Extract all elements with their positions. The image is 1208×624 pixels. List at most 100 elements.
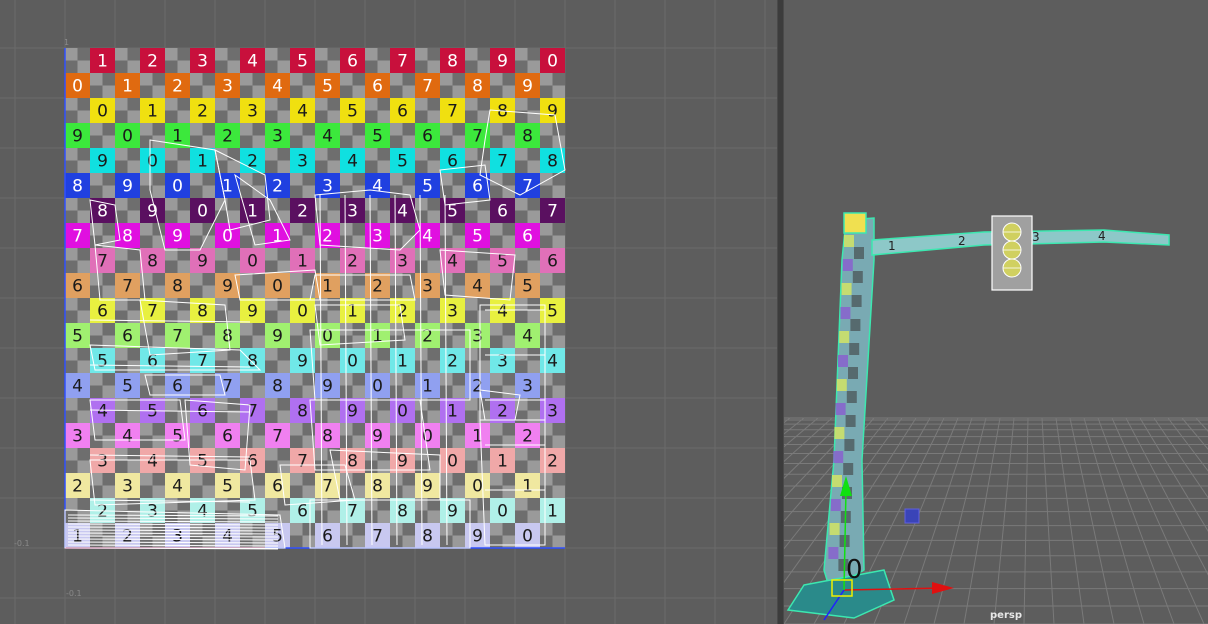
checker-number: 7: [422, 77, 433, 97]
pole-checker: [841, 283, 852, 295]
checker-tile: [152, 85, 165, 98]
checker-tile: [240, 85, 253, 98]
checker-tile: [290, 223, 303, 236]
checker-tile: [290, 135, 303, 148]
checker-tile: [227, 248, 240, 261]
checker-tile: [190, 385, 203, 398]
checker-number: 4: [247, 52, 258, 72]
checker-tile: [290, 185, 303, 198]
checker-tile: [552, 535, 565, 548]
checker-tile: [365, 510, 378, 523]
uv-canvas[interactable]: 1 2 3 4 5 6 7 8 9 00 1 2 3 4 5 6 7 8 90 1 2 3 4 5 6 7 8 99 0 1 2 3 4 5 6 7 8…: [0, 0, 777, 624]
checker-tile: [65, 60, 78, 73]
checker-tile: [502, 135, 515, 148]
checker-tile: [127, 260, 140, 273]
checker-tile: [190, 423, 203, 436]
pole-checker: [850, 319, 861, 331]
checker-tile: [65, 48, 78, 61]
checker-tile: [552, 323, 565, 336]
checker-tile: [340, 285, 353, 298]
checker-tile: [427, 110, 440, 123]
checker-tile: [477, 310, 490, 323]
checker-tile: [490, 435, 503, 448]
checker-tile: [240, 335, 253, 348]
viewport-canvas[interactable]: 01 2 3 4: [784, 0, 1208, 624]
checker-number: 3: [122, 477, 133, 497]
checker-tile: [427, 360, 440, 373]
checker-tile: [65, 348, 78, 361]
checker-tile: [377, 248, 390, 261]
checker-tile: [452, 473, 465, 486]
checker-tile: [190, 235, 203, 248]
checker-number: 2: [497, 402, 508, 422]
checker-tile: [240, 423, 253, 436]
ground-grid-line: [1125, 417, 1208, 576]
checker-number: 8: [472, 77, 483, 97]
checker-tile: [302, 523, 315, 536]
checker-number: 6: [497, 202, 508, 222]
checker-tile: [265, 98, 278, 111]
checker-tile: [65, 448, 78, 461]
uv-axis-left-label: -0.1: [14, 539, 30, 548]
checker-tile: [502, 335, 515, 348]
checker-tile: [452, 73, 465, 86]
checker-tile: [165, 410, 178, 423]
checker-number: 4: [447, 252, 458, 272]
checker-tile: [527, 360, 540, 373]
checker-tile: [65, 260, 78, 273]
checker-tile: [177, 260, 190, 273]
checker-tile: [152, 385, 165, 398]
checker-tile: [515, 160, 528, 173]
checker-tile: [340, 523, 353, 536]
checker-number: 6: [472, 177, 483, 197]
checker-tile: [77, 98, 90, 111]
checker-tile: [440, 535, 453, 548]
checker-tile: [440, 273, 453, 286]
checker-number: 8: [147, 252, 158, 272]
checker-tile: [65, 298, 78, 311]
checker-tile: [427, 510, 440, 523]
checker-tile: [90, 323, 103, 336]
checker-tile: [77, 460, 90, 473]
checker-number: 5: [372, 127, 383, 147]
checker-number: 7: [147, 302, 158, 322]
checker-tile: [140, 223, 153, 236]
checker-tile: [452, 423, 465, 436]
checker-number: 6: [397, 102, 408, 122]
checker-tile: [502, 535, 515, 548]
checker-tile: [402, 435, 415, 448]
pole-checker: [844, 439, 855, 451]
checker-tile: [65, 248, 78, 261]
pole-checker: [839, 331, 850, 343]
checker-number: 2: [447, 352, 458, 372]
checker-tile: [452, 123, 465, 136]
checker-tile: [465, 198, 478, 211]
checker-tile: [440, 185, 453, 198]
pole-checker: [830, 499, 841, 511]
perspective-viewport[interactable]: 01 2 3 4 persp: [784, 0, 1208, 624]
checker-tile: [365, 198, 378, 211]
checker-tile: [477, 298, 490, 311]
checker-number: 6: [172, 377, 183, 397]
checker-tile: [540, 235, 553, 248]
checker-number: 9: [172, 227, 183, 247]
checker-number: 8: [547, 152, 558, 172]
checker-tile: [140, 273, 153, 286]
checker-tile: [277, 398, 290, 411]
checker-tile: [277, 160, 290, 173]
checker-tile: [277, 148, 290, 161]
checker-tile: [215, 98, 228, 111]
checker-number: 1: [547, 502, 558, 522]
checker-number: 0: [72, 77, 83, 97]
checker-tile: [265, 398, 278, 411]
checker-tile: [377, 210, 390, 223]
traffic-light-housing: [991, 215, 1033, 291]
checker-tile: [190, 85, 203, 98]
panel-splitter[interactable]: [777, 0, 784, 624]
checker-tile: [302, 323, 315, 336]
checker-number: 3: [197, 52, 208, 72]
checker-tile: [377, 510, 390, 523]
checker-tile: [390, 123, 403, 136]
uv-editor-panel[interactable]: 1234567890012345678901234567899012345678…: [0, 0, 777, 624]
checker-tile: [415, 198, 428, 211]
